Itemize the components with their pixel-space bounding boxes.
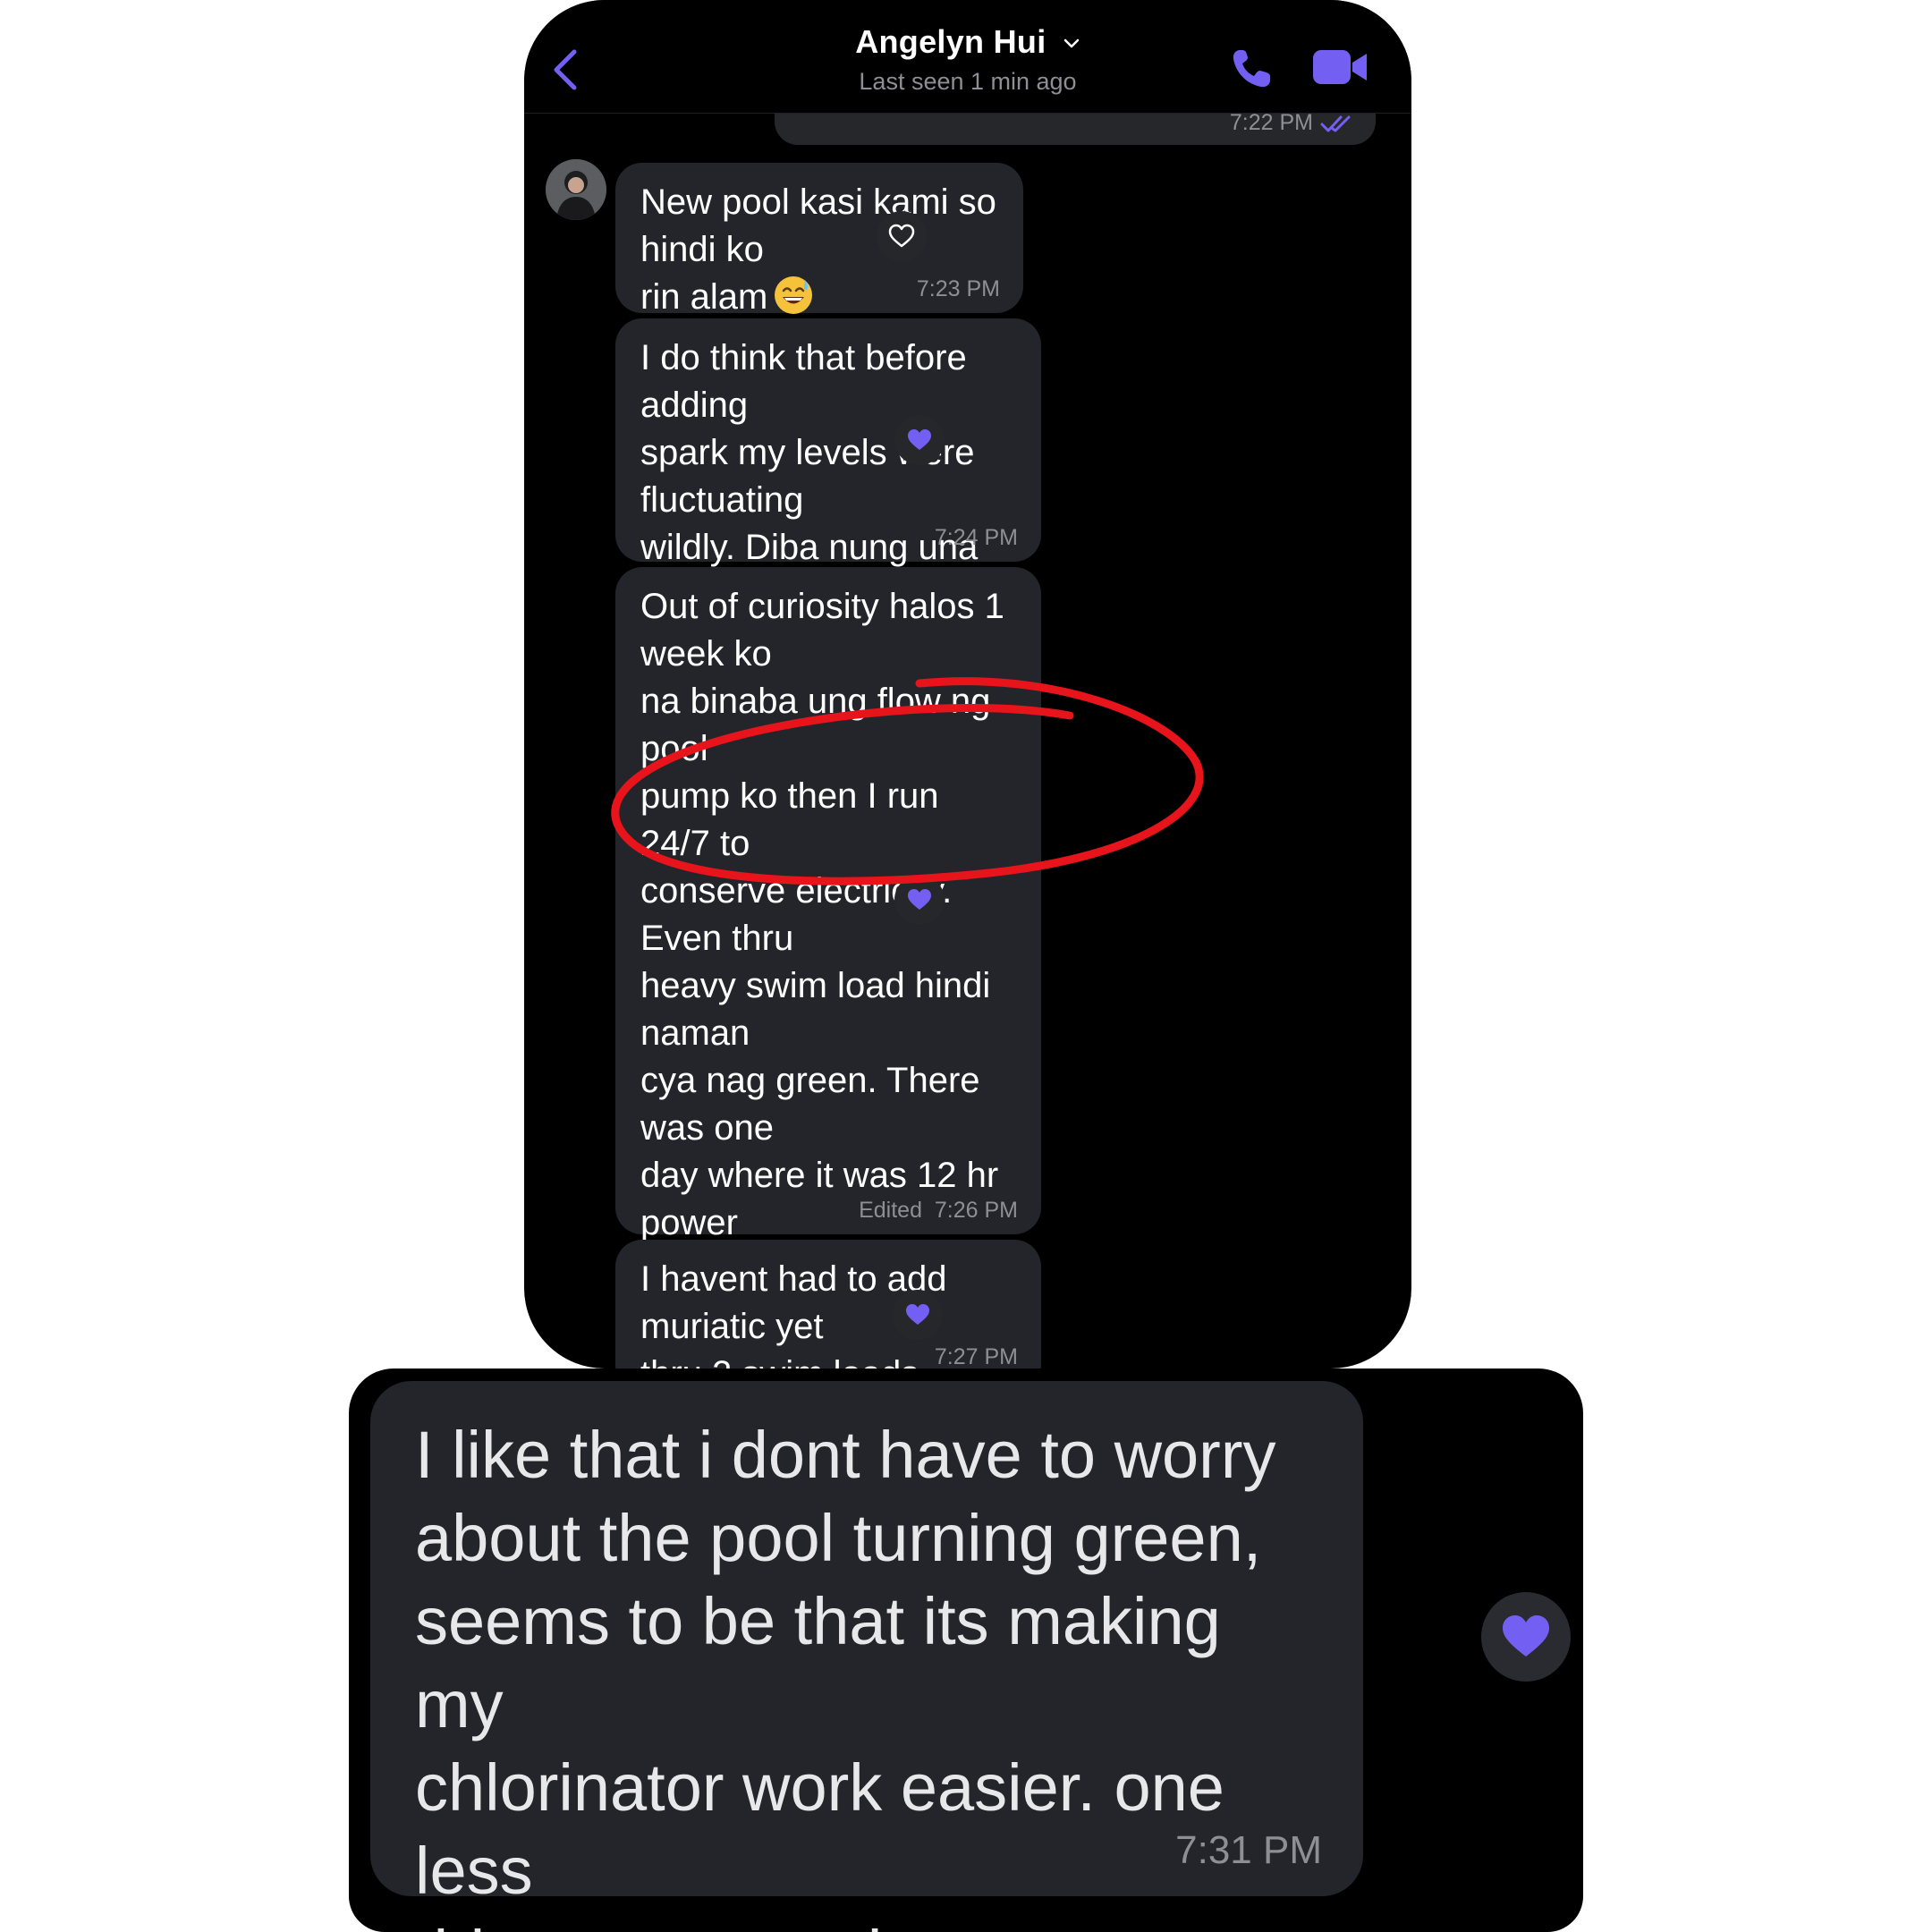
voice-call-button[interactable] [1227,45,1275,93]
chat-header: Angelyn Hui Last seen 1 min ago [524,0,1411,114]
heart-filled-icon [908,429,931,450]
edited-label: Edited [859,1198,922,1223]
contact-name: Angelyn Hui [744,23,1191,61]
zoomed-message-bubble[interactable]: I like that i dont have to worry about t… [370,1381,1363,1932]
message-bubble[interactable]: I do think that before adding spark my l… [615,318,1041,662]
user-photo-icon [546,159,606,220]
chat-screen: Angelyn Hui Last seen 1 min ago 7:22 PM [524,0,1411,1368]
contact-info[interactable]: Angelyn Hui Last seen 1 min ago [744,23,1191,96]
chevron-left-icon [554,49,577,90]
like-button[interactable] [894,415,945,465]
message-time-row: Edited 7:26 PM [859,1198,1018,1224]
like-button[interactable] [1481,1592,1571,1682]
message-bubble[interactable]: Out of curiosity halos 1 week ko na bina… [615,567,1041,1368]
like-button[interactable] [877,211,927,261]
phone-icon [1233,50,1270,88]
zoomed-message-card: I like that i dont have to worry about t… [349,1368,1583,1932]
message-bubble[interactable]: New pool kasi kami so hindi ko rin alam … [615,163,1023,317]
video-camera-icon [1313,50,1367,84]
heart-filled-icon [908,889,931,910]
message-time: 7:24 PM [934,525,1018,550]
message-bubble[interactable]: I havent had to add muriatic yet thru 2 … [615,1240,1041,1368]
double-check-icon [1320,115,1351,132]
contact-name-text: Angelyn Hui [855,23,1046,60]
heart-filled-icon [906,1304,929,1325]
video-call-button[interactable] [1311,45,1370,89]
avatar[interactable] [546,159,606,220]
message-time: 7:23 PM [916,276,1000,301]
like-button[interactable] [893,1290,943,1340]
last-seen-status: Last seen 1 min ago [859,68,1077,95]
message-time: 7:26 PM [934,1198,1018,1223]
like-button[interactable] [894,875,945,925]
message-time: 7:31 PM [1175,1828,1322,1872]
back-button[interactable] [546,43,585,97]
grinning-sweat-emoji-icon [773,275,814,316]
chevron-down-icon [1063,39,1080,48]
message-time: 7:27 PM [934,1344,1018,1368]
heart-outline-icon [888,224,915,248]
message-time: 7:22 PM [1229,110,1313,135]
heart-filled-icon [1503,1615,1549,1657]
